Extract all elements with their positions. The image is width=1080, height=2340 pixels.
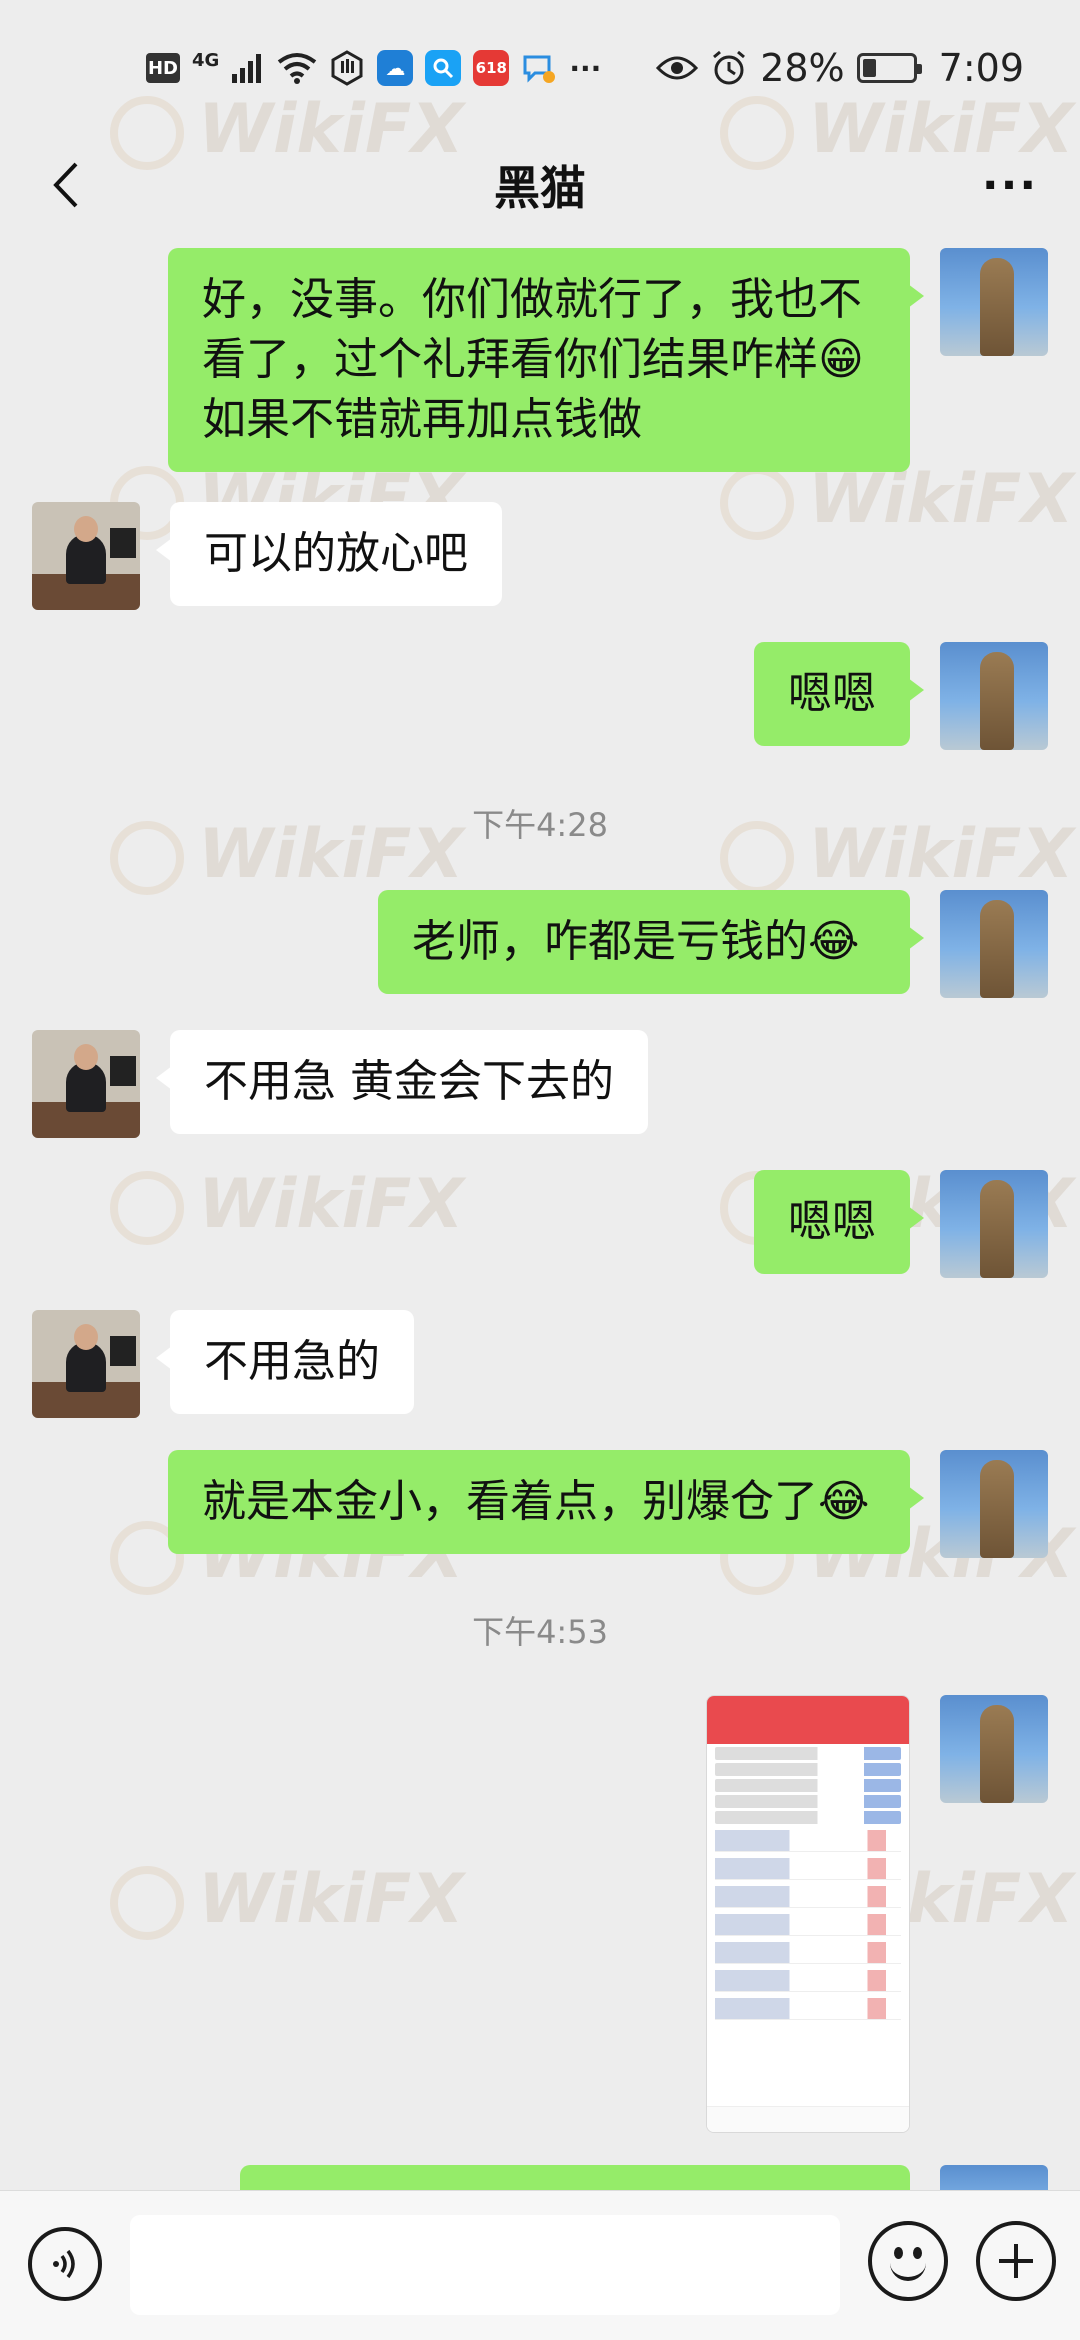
chat-title: 黑猫 <box>494 161 586 215</box>
status-right-icons: 28% 7:09 <box>656 44 1024 92</box>
message-bubble-received[interactable]: 不用急 黄金会下去的 <box>156 1030 648 1134</box>
more-actions-button[interactable] <box>976 2221 1056 2301</box>
618-app-icon: 618 <box>473 50 510 86</box>
watermark: WikiFX <box>110 1860 464 1941</box>
my-avatar[interactable] <box>940 642 1048 750</box>
plus-icon <box>999 2244 1033 2278</box>
battery-percent: 28% <box>760 46 845 90</box>
image-message[interactable] <box>706 1695 910 2133</box>
weather-app-icon: ☁ <box>377 50 414 86</box>
message-line: 看了，过个礼拜看你们结果咋样😁 <box>202 334 864 385</box>
message-line: 如果不错就再加点钱做 <box>202 394 642 445</box>
hd-icon: HD <box>146 53 180 83</box>
status-bar: HD 4G ☁ 618 ··· 28% 7:09 <box>0 0 1080 130</box>
message-text: 就是本金小，看着点，别爆仓了😂 <box>202 1476 870 1527</box>
network-type-label: 4G <box>192 49 220 71</box>
message-text: 嗯嗯 <box>788 1196 876 1247</box>
watermark: WikiFX <box>110 1165 464 1246</box>
message-bubble-sent[interactable]: 就是本金小，看着点，别爆仓了😂 <box>168 1450 924 1554</box>
message-text: 可以的放心吧 <box>204 528 468 579</box>
message-bubble-sent[interactable]: 好，没事。你们做就行了，我也不 看了，过个礼拜看你们结果咋样😁 如果不错就再加点… <box>168 248 924 472</box>
search-app-icon <box>425 50 462 86</box>
chat-header: 黑猫 ··· <box>0 130 1080 240</box>
my-avatar[interactable] <box>940 1170 1048 1278</box>
status-left-icons: HD 4G ☁ 618 ··· <box>146 44 601 92</box>
contact-avatar[interactable] <box>32 1030 140 1138</box>
message-bubble-sent[interactable]: 嗯嗯 <box>754 1170 924 1274</box>
message-text: 嗯嗯 <box>788 668 876 719</box>
message-input[interactable] <box>130 2215 840 2315</box>
more-icon: ··· <box>981 159 1039 211</box>
message-line: 好，没事。你们做就行了，我也不 <box>202 274 862 325</box>
watermark: WikiFX <box>720 460 1074 541</box>
contact-avatar[interactable] <box>32 1310 140 1418</box>
alarm-icon <box>710 48 748 88</box>
message-text: 不用急的 <box>204 1336 380 1387</box>
chat-screen: WikiFX WikiFX WikiFX WikiFX WikiFX WikiF… <box>0 0 1080 2340</box>
more-options-button[interactable]: ··· <box>970 150 1050 220</box>
message-timestamp: 下午4:53 <box>472 1613 608 1651</box>
eye-icon <box>656 48 699 88</box>
voice-input-button[interactable] <box>28 2227 102 2301</box>
image-thumbnail-header <box>707 1696 909 1744</box>
voice-icon <box>53 2249 75 2279</box>
my-avatar[interactable] <box>940 1450 1048 1558</box>
emoji-button[interactable] <box>868 2221 948 2301</box>
message-bubble-sent[interactable]: 嗯嗯 <box>754 642 924 746</box>
my-avatar[interactable] <box>940 1695 1048 1803</box>
more-dots-icon: ··· <box>569 51 602 85</box>
message-bubble-sent[interactable]: 老师，咋都是亏钱的😂 <box>378 890 924 994</box>
message-timestamp: 下午4:28 <box>472 806 608 844</box>
message-bubble-received[interactable]: 可以的放心吧 <box>156 502 502 606</box>
emoji-icon <box>890 2261 926 2281</box>
clock: 7:09 <box>938 46 1024 90</box>
input-bar <box>0 2190 1080 2340</box>
cell-signal-icon <box>231 48 265 88</box>
message-text: 老师，咋都是亏钱的😂 <box>412 916 860 967</box>
my-avatar[interactable] <box>940 248 1048 356</box>
contact-avatar[interactable] <box>32 502 140 610</box>
message-text: 不用急 黄金会下去的 <box>204 1056 614 1107</box>
message-bubble-received[interactable]: 不用急的 <box>156 1310 414 1414</box>
wifi-icon <box>277 48 317 88</box>
hand-icon <box>329 48 365 88</box>
battery-icon <box>856 53 922 83</box>
chat-app-icon <box>521 48 557 88</box>
my-avatar[interactable] <box>940 890 1048 998</box>
